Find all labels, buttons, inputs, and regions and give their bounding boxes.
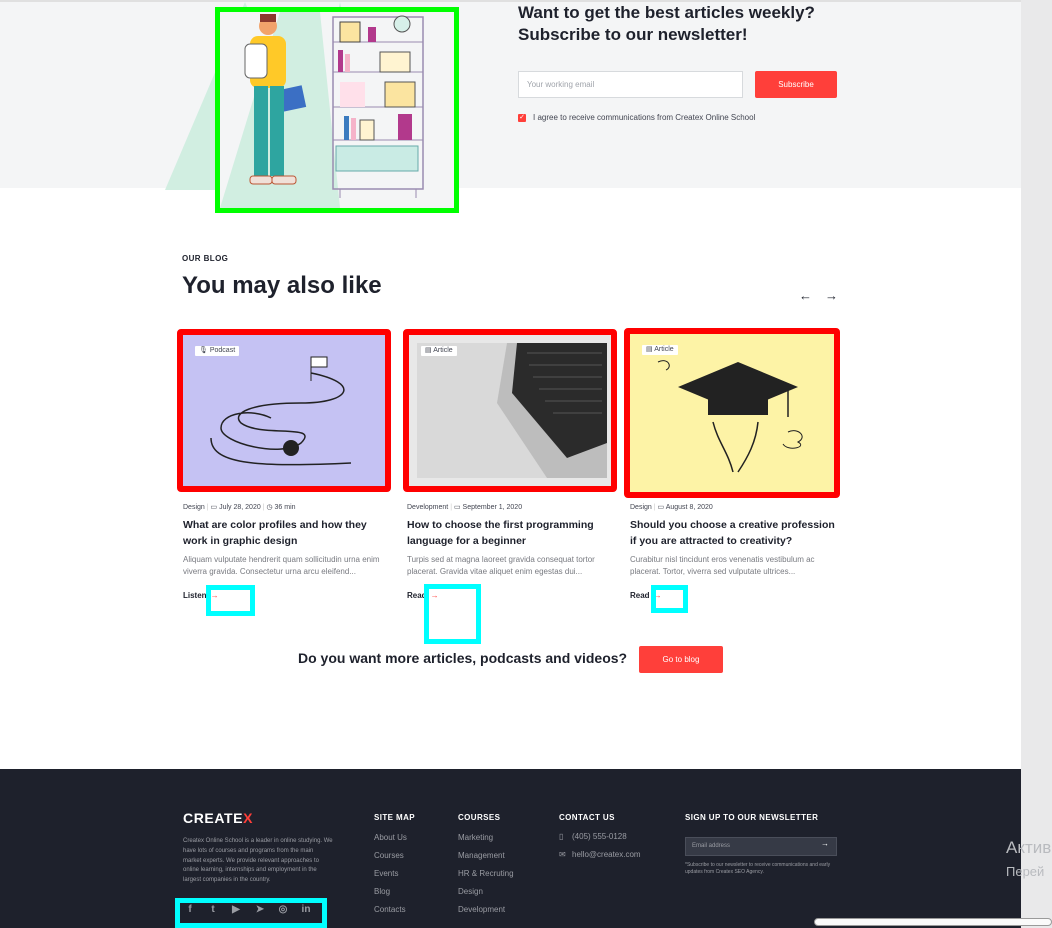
highlight-box xyxy=(424,584,481,644)
arrow-right-icon[interactable]: → xyxy=(821,839,829,848)
phone-text: (405) 555-0128 xyxy=(572,832,627,841)
graduation-cap-illustration xyxy=(657,360,803,473)
card-meta: Design | ▭ August 8, 2020 xyxy=(630,504,713,511)
os-activation-watermark-sub: Перей xyxy=(1006,864,1045,879)
footer-link-contacts[interactable]: Contacts xyxy=(374,905,406,914)
footer-link-courses[interactable]: Courses xyxy=(374,851,404,860)
footer-link-development[interactable]: Development xyxy=(458,905,505,914)
clock-icon: ◷ xyxy=(266,504,273,511)
blog-card-image[interactable]: ▤ Article xyxy=(624,328,840,498)
arrow-right-icon[interactable]: → xyxy=(825,288,838,303)
card-meta: Development | ▭ September 1, 2020 xyxy=(407,504,523,511)
calendar-icon: ▭ xyxy=(657,504,665,511)
go-to-blog-button[interactable]: Go to blog xyxy=(639,646,723,673)
card-date: August 8, 2020 xyxy=(665,504,713,511)
blog-card-image[interactable]: 🎙 Podcast xyxy=(177,329,391,492)
footer-link-design[interactable]: Design xyxy=(458,887,483,896)
card-category: Design xyxy=(630,504,652,511)
email-text: hello@createx.com xyxy=(572,850,641,859)
page: Want to get the best articles weekly? Su… xyxy=(0,0,1052,928)
phone-icon: ▯ xyxy=(559,832,564,841)
logo-text: CREATE xyxy=(183,810,244,826)
card-duration: 36 min xyxy=(274,504,296,511)
student-bookshelf-illustration xyxy=(220,12,454,208)
courses-heading: COURSES xyxy=(458,813,501,822)
more-content-prompt: Do you want more articles, podcasts and … xyxy=(298,650,628,666)
badge-label: Article xyxy=(433,347,453,354)
footer-link-events[interactable]: Events xyxy=(374,869,398,878)
footer-newsletter-note: *Subscribe to our newsletter to receive … xyxy=(685,862,831,875)
footer-link-management[interactable]: Management xyxy=(458,851,505,860)
contact-heading: CONTACT US xyxy=(559,813,615,822)
road-illustration xyxy=(210,356,352,466)
card-title[interactable]: What are color profiles and how they wor… xyxy=(183,517,391,549)
scroll-gutter xyxy=(1021,0,1052,928)
createx-logo[interactable]: CREATEX xyxy=(183,810,253,826)
agree-label: I agree to receive communications from C… xyxy=(533,113,756,122)
arrow-left-icon[interactable]: ← xyxy=(799,288,812,303)
footer xyxy=(0,769,1021,928)
section-title: You may also like xyxy=(182,272,382,299)
cta-label: Listen xyxy=(183,591,207,600)
calendar-icon: ▭ xyxy=(453,504,461,511)
badge-label: Podcast xyxy=(209,347,236,354)
card-title[interactable]: Should you choose a creative profession … xyxy=(630,517,838,549)
highlight-box xyxy=(206,585,255,616)
newsletter-hero xyxy=(0,0,1021,190)
card-date: September 1, 2020 xyxy=(462,504,523,511)
card-excerpt: Turpis sed at magna laoreet gravida cons… xyxy=(407,555,595,576)
card-excerpt: Curabitur nisl tincidunt eros venenatis … xyxy=(630,555,815,576)
badge-label: Article xyxy=(654,346,674,353)
card-excerpt: Aliquam vulputate hendrerit quam sollici… xyxy=(183,555,380,576)
footer-link-marketing[interactable]: Marketing xyxy=(458,833,493,842)
hero-illustration xyxy=(215,7,459,213)
subscribe-button[interactable]: Subscribe xyxy=(755,71,837,98)
logo-x: X xyxy=(243,810,254,826)
card-meta: Design | ▭ July 28, 2020 | ◷ 36 min xyxy=(183,504,296,511)
card-title[interactable]: How to choose the first programming lang… xyxy=(407,517,615,549)
newsletter-email-input[interactable]: Your working email xyxy=(518,71,743,98)
newsletter-title: Want to get the best articles weekly? Su… xyxy=(518,3,815,44)
footer-link-hr[interactable]: HR & Recruting xyxy=(458,869,514,878)
site-map-heading: SITE MAP xyxy=(374,813,415,822)
horizontal-scrollbar[interactable] xyxy=(814,918,1052,926)
footer-newsletter-heading: SIGN UP TO OUR NEWSLETTER xyxy=(685,813,819,822)
highlight-box xyxy=(651,585,688,613)
article-badge: ▤ Article xyxy=(421,346,457,356)
article-badge: ▤ Article xyxy=(642,345,678,355)
podcast-badge: 🎙 Podcast xyxy=(195,346,240,356)
card-category: Development xyxy=(407,504,449,511)
footer-link-about[interactable]: About Us xyxy=(374,833,407,842)
footer-link-blog[interactable]: Blog xyxy=(374,887,390,896)
footer-about: Createx Online School is a leader in onl… xyxy=(183,838,333,884)
footer-email-link[interactable]: ✉ hello@createx.com xyxy=(559,850,641,859)
agree-checkbox[interactable]: ✓ xyxy=(518,114,526,122)
os-activation-watermark: Актив xyxy=(1006,838,1052,857)
card-category: Design xyxy=(183,504,205,511)
blog-eyebrow: OUR BLOG xyxy=(182,254,229,263)
footer-phone[interactable]: ▯ (405) 555-0128 xyxy=(559,832,627,841)
calendar-icon: ▭ xyxy=(210,504,218,511)
blog-card-image[interactable]: ▤ Article xyxy=(403,329,617,492)
cta-label: Read xyxy=(630,591,650,600)
laptop-photo xyxy=(417,343,607,478)
mail-icon: ✉ xyxy=(559,850,566,859)
highlight-box xyxy=(175,898,327,928)
card-date: July 28, 2020 xyxy=(219,504,261,511)
footer-email-input[interactable]: Email address xyxy=(685,837,837,856)
